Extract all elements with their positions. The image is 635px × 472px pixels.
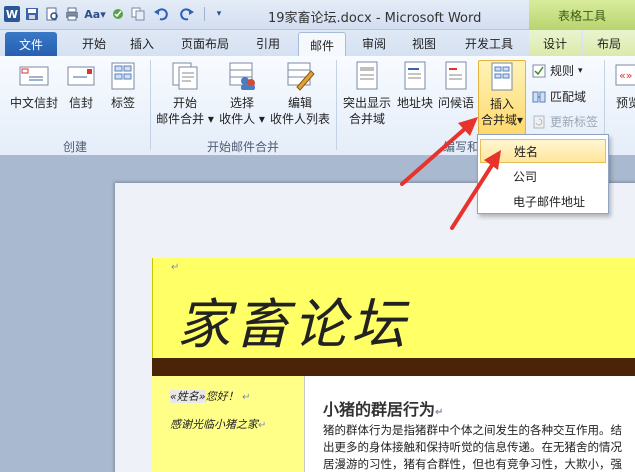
annotation-arrows (400, 117, 501, 230)
arrow-to-name-field-icon (450, 150, 501, 230)
arrow-to-insert-button-icon (400, 117, 478, 186)
